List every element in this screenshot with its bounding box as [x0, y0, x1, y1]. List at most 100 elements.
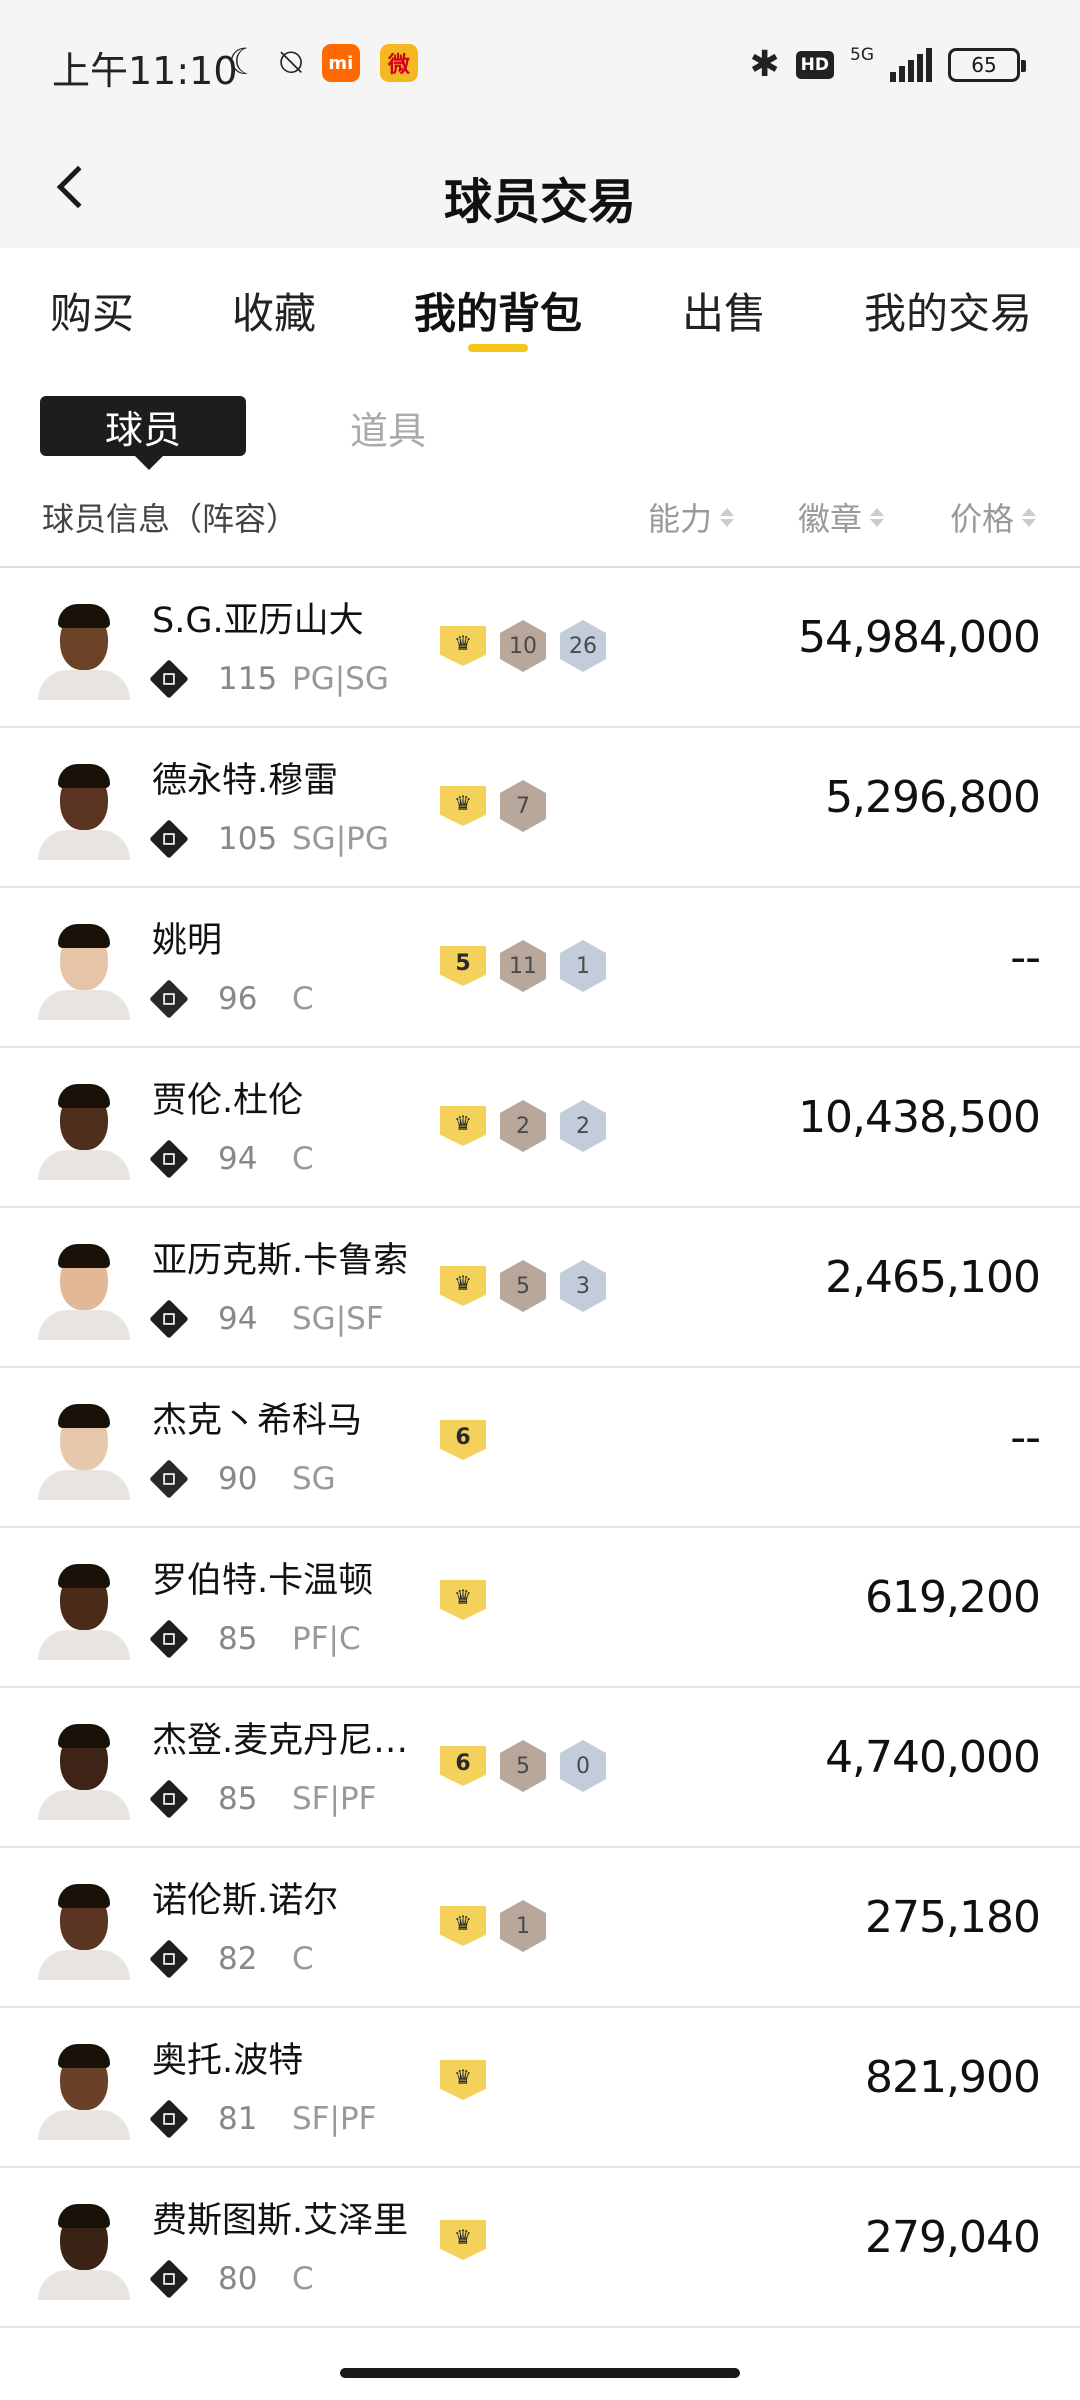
- player-overall: 105: [218, 821, 278, 857]
- rating-diamond-icon: [149, 2259, 189, 2299]
- network-type: 5G: [850, 45, 874, 65]
- rating-diamond-icon: [149, 979, 189, 1019]
- badge-count-silver: 2: [560, 1100, 606, 1152]
- player-overall: 96: [218, 981, 258, 1017]
- sort-icon: [870, 507, 885, 527]
- player-position: PF|C: [292, 1621, 361, 1657]
- weibo-app-icon: 微: [379, 44, 418, 82]
- player-overall: 94: [218, 1141, 258, 1177]
- player-list: S.G.亚历山大 115 PG|SG ♛ 10 26 54,984,000 德永特.…: [0, 568, 1080, 2328]
- player-name: 杰克丶希科马: [152, 1401, 363, 1441]
- player-avatar: [38, 1084, 130, 1180]
- player-avatar: [38, 1564, 130, 1660]
- tab-favorites[interactable]: 收藏: [232, 280, 316, 341]
- player-badges: ♛ 1: [440, 1900, 546, 1952]
- home-indicator[interactable]: [340, 2368, 740, 2378]
- sort-ability-button[interactable]: 能力: [648, 494, 735, 540]
- player-position: C: [292, 981, 314, 1017]
- badge-count-bronze: 7: [500, 780, 546, 832]
- badge-count-bronze: 5: [500, 1260, 546, 1312]
- player-position: C: [292, 1141, 314, 1177]
- player-name: S.G.亚历山大: [152, 601, 364, 641]
- player-badges: ♛ 5 3: [440, 1260, 606, 1312]
- player-overall: 90: [218, 1461, 258, 1497]
- player-price: 54,984,000: [798, 612, 1041, 663]
- player-avatar: [38, 1884, 130, 1980]
- column-price-label: 价格: [950, 500, 1015, 538]
- player-row[interactable]: 亚历克斯.卡鲁索 94 SG|SF ♛ 5 3 2,465,100: [0, 1208, 1080, 1368]
- player-badges: ♛: [440, 2220, 486, 2260]
- player-overall: 85: [218, 1781, 258, 1817]
- subtab-items[interactable]: 道具: [350, 400, 426, 455]
- rating-diamond-icon: [149, 1939, 189, 1979]
- player-row[interactable]: 罗伯特.卡温顿 85 PF|C ♛ 619,200: [0, 1528, 1080, 1688]
- player-price: 275,180: [865, 1892, 1041, 1943]
- player-badges: ♛ 10 26: [440, 620, 606, 672]
- player-price: --: [1010, 932, 1041, 983]
- player-row[interactable]: 杰登.麦克丹尼… 85 SF|PF 650 4,740,000: [0, 1688, 1080, 1848]
- moon-icon: ☾: [228, 42, 261, 83]
- badge-count-silver: 26: [560, 620, 606, 672]
- sort-badge-button[interactable]: 徽章: [798, 494, 885, 540]
- rating-diamond-icon: [149, 1779, 189, 1819]
- player-row[interactable]: 费斯图斯.艾泽里 80 C ♛ 279,040: [0, 2168, 1080, 2328]
- tab-buy[interactable]: 购买: [50, 280, 134, 341]
- player-badges: ♛ 2 2: [440, 1100, 606, 1152]
- player-row[interactable]: 德永特.穆雷 105 SG|PG ♛ 7 5,296,800: [0, 728, 1080, 888]
- crown-tier-icon: ♛: [440, 626, 486, 666]
- player-overall: 94: [218, 1301, 258, 1337]
- battery-icon: 65: [948, 48, 1026, 82]
- column-player-info: 球员信息（阵容）: [42, 500, 299, 538]
- player-row[interactable]: 杰克丶希科马 90 SG 6 --: [0, 1368, 1080, 1528]
- player-position: C: [292, 1941, 314, 1977]
- player-avatar: [38, 2044, 130, 2140]
- badge-count-bronze: 5: [500, 1740, 546, 1792]
- tab-sell[interactable]: 出售: [682, 280, 766, 341]
- player-row[interactable]: 姚明 96 C 5 11 1 --: [0, 888, 1080, 1048]
- player-overall: 82: [218, 1941, 258, 1977]
- subtab-players[interactable]: 球员: [40, 396, 246, 470]
- badge-count-bronze: 10: [500, 620, 546, 672]
- player-row[interactable]: S.G.亚历山大 115 PG|SG ♛ 10 26 54,984,000: [0, 568, 1080, 728]
- player-row[interactable]: 贾伦.杜伦 94 C ♛ 2 2 10,438,500: [0, 1048, 1080, 1208]
- rating-diamond-icon: [149, 659, 189, 699]
- player-price: 821,900: [865, 2052, 1041, 2103]
- tier-level-icon: 6: [440, 1420, 486, 1460]
- tab-my-backpack[interactable]: 我的背包: [414, 280, 582, 341]
- player-overall: 115: [218, 661, 278, 697]
- player-price: 5,296,800: [825, 772, 1041, 823]
- player-position: SF|PF: [292, 1781, 377, 1817]
- crown-tier-icon: ♛: [440, 2060, 486, 2100]
- app-header: 球员交易: [0, 130, 1080, 248]
- badge-count-bronze: 11: [500, 940, 546, 992]
- player-overall: 85: [218, 1621, 258, 1657]
- player-name: 德永特.穆雷: [152, 761, 339, 801]
- player-badges: ♛: [440, 2060, 486, 2100]
- status-time: 上午11:10: [52, 49, 238, 93]
- sort-icon: [720, 507, 735, 527]
- player-name: 亚历克斯.卡鲁索: [152, 1241, 409, 1281]
- player-position: SG|PG: [292, 821, 389, 857]
- player-position: PG|SG: [292, 661, 389, 697]
- player-name: 奥托.波特: [152, 2041, 304, 2081]
- bell-off-icon: ⍉: [280, 42, 302, 83]
- player-overall: 81: [218, 2101, 258, 2137]
- player-overall: 80: [218, 2261, 258, 2297]
- rating-diamond-icon: [149, 1619, 189, 1659]
- column-badge-label: 徽章: [798, 500, 863, 538]
- tab-my-trades[interactable]: 我的交易: [864, 280, 1032, 341]
- hd-icon: HD: [795, 51, 834, 79]
- badge-count-silver: 1: [560, 940, 606, 992]
- player-avatar: [38, 2204, 130, 2300]
- player-name: 贾伦.杜伦: [152, 1081, 304, 1121]
- tier-level-icon: 5: [440, 946, 486, 986]
- player-badges: ♛ 7: [440, 780, 546, 832]
- sort-price-button[interactable]: 价格: [950, 494, 1037, 540]
- player-position: C: [292, 2261, 314, 2297]
- player-name: 姚明: [152, 921, 223, 961]
- player-price: 10,438,500: [798, 1092, 1041, 1143]
- player-price: 4,740,000: [825, 1732, 1041, 1783]
- player-row[interactable]: 奥托.波特 81 SF|PF ♛ 821,900: [0, 2008, 1080, 2168]
- badge-count-silver: 3: [560, 1260, 606, 1312]
- player-row[interactable]: 诺伦斯.诺尔 82 C ♛ 1 275,180: [0, 1848, 1080, 2008]
